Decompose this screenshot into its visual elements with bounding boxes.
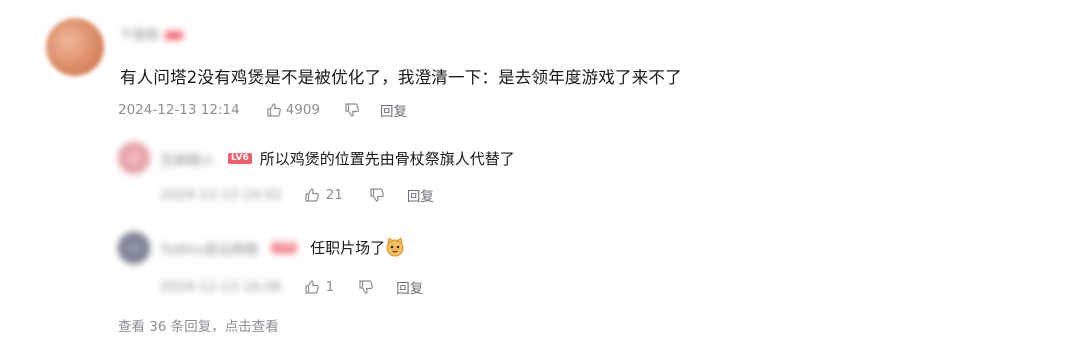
cat-face-emoji-icon — [386, 237, 404, 257]
like-count: 1 — [325, 279, 335, 295]
like-button[interactable]: 4909 — [266, 102, 320, 118]
reply-text: 所以鸡煲的位置先由骨杖祭旗人代替了 — [259, 150, 515, 168]
like-button[interactable]: 21 — [304, 187, 343, 203]
thumbs-down-icon — [370, 188, 384, 202]
thumbs-down-icon — [359, 280, 374, 294]
view-more-replies-link[interactable]: 查看 36 条回复，点击查看 — [118, 315, 279, 335]
thumbs-down-icon — [345, 103, 359, 117]
reply-user-name[interactable]: 芝麻糊小 — [160, 149, 214, 169]
user-level-badge — [165, 31, 184, 40]
thumbs-up-icon — [305, 188, 319, 202]
reply-avatar[interactable] — [118, 232, 150, 264]
reply-avatar[interactable] — [118, 142, 150, 174]
reply-meta: 2024-12-13 14:42 21 回复 — [160, 185, 434, 205]
reply-header: 芝麻糊小 LV6 所以鸡煲的位置先由骨杖祭旗人代替了 — [160, 148, 515, 169]
thumbs-up-icon — [267, 103, 281, 117]
comment-meta: 2024-12-13 12:14 4909 回复 — [118, 100, 407, 120]
reply-button[interactable]: 回复 — [407, 185, 434, 205]
reply-meta: 2024-12-13 16:06 1 回复 — [160, 277, 423, 297]
like-button[interactable]: 1 — [304, 279, 335, 295]
like-count: 4909 — [285, 102, 321, 118]
commenter-name[interactable]: 千瓶瓶 — [120, 24, 184, 43]
comment-text: 有人问塔2没有鸡煲是不是被优化了，我澄清一下：是去领年度游戏了来不了 — [120, 68, 682, 87]
dislike-button[interactable] — [369, 187, 385, 203]
reply-time: 2024-12-13 16:06 — [160, 279, 282, 295]
comment-time: 2024-12-13 12:14 — [118, 102, 240, 118]
thumbs-up-icon — [305, 280, 319, 294]
reply-button[interactable]: 回复 — [396, 277, 423, 297]
reply-button[interactable]: 回复 — [380, 100, 407, 120]
like-count: 21 — [325, 187, 343, 203]
reply-time: 2024-12-13 14:42 — [160, 187, 282, 203]
reply-header: ToWho是远阁楼 LV6 任职片场了 — [160, 237, 405, 258]
dislike-button[interactable] — [344, 102, 360, 118]
reply-text: 任职片场了 — [310, 237, 405, 258]
user-level-badge: LV6 — [228, 153, 252, 164]
reply-user-name[interactable]: ToWho是远阁楼 — [160, 238, 258, 258]
commenter-avatar[interactable] — [46, 18, 104, 76]
dislike-button[interactable] — [358, 279, 374, 295]
user-level-badge: LV6 — [272, 242, 297, 253]
